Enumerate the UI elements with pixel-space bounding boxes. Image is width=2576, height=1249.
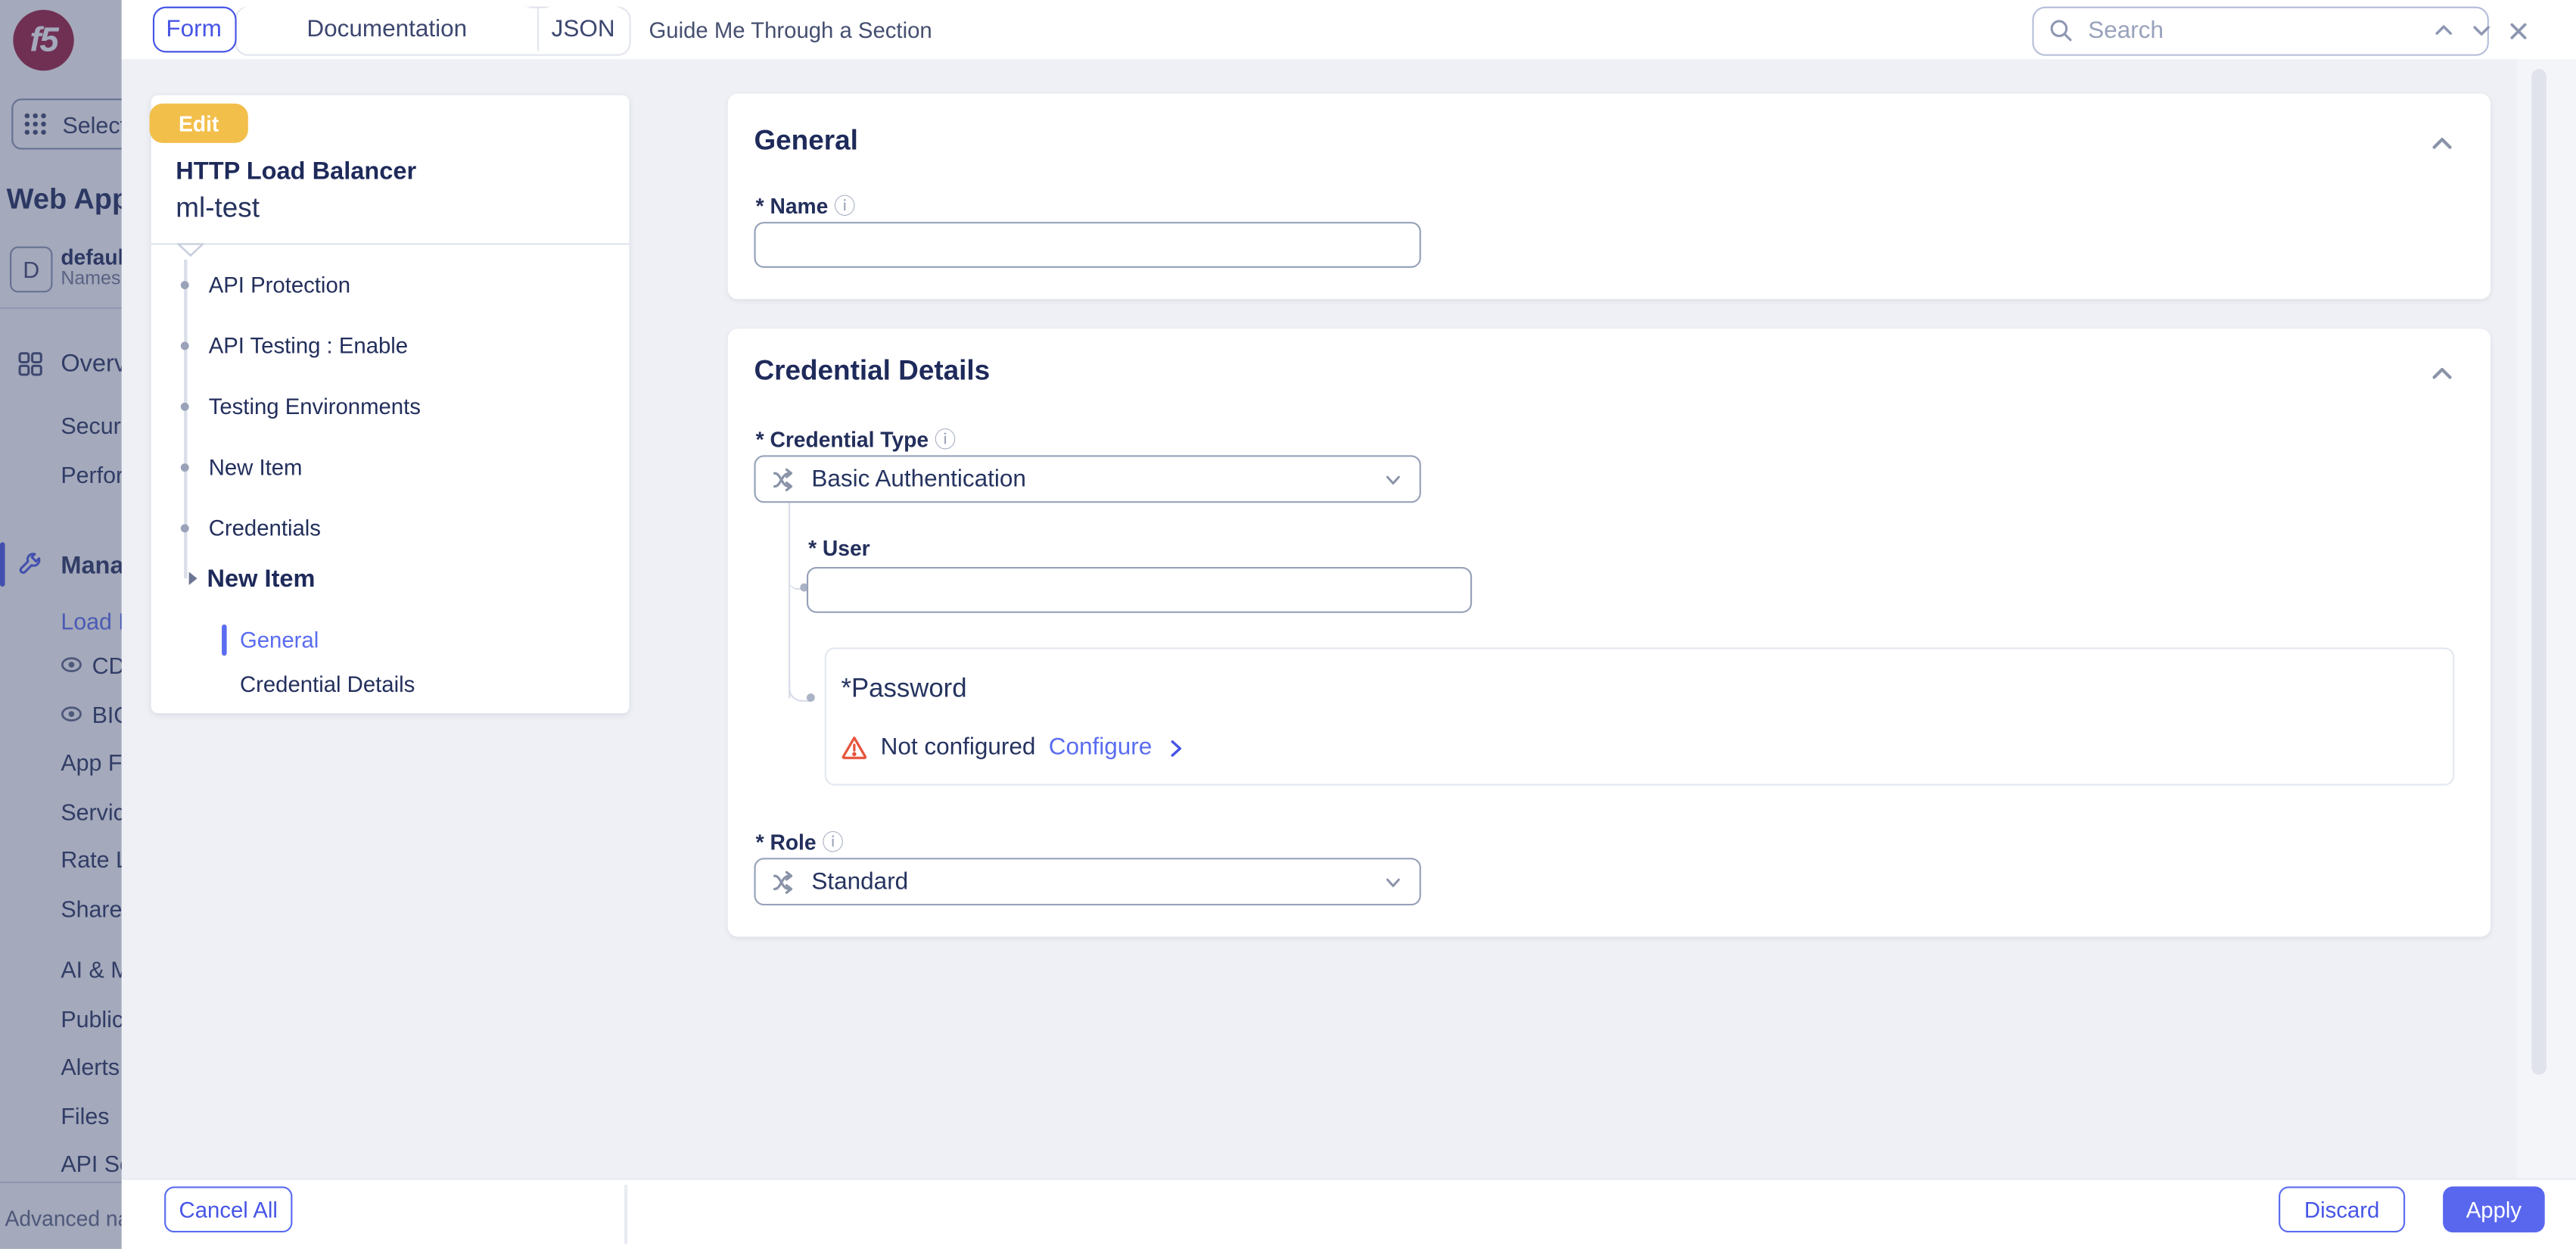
- tree-selected-indicator: [222, 624, 227, 656]
- tree-bullet: [181, 402, 189, 410]
- modal-topbar: Form Documentation JSON Guide Me Through…: [122, 0, 2576, 59]
- role-label: * Role ⓘ: [756, 825, 844, 856]
- modal-footer: Cancel All Discard Apply: [122, 1180, 2576, 1249]
- panel-divider: [151, 243, 630, 245]
- shuffle-icon: [772, 868, 798, 895]
- role-value: Standard: [811, 868, 1370, 895]
- edit-mode-badge: Edit: [150, 104, 248, 143]
- tree-item-api-protection[interactable]: API Protection: [209, 273, 350, 297]
- search-prev-icon[interactable]: [2425, 20, 2462, 41]
- tree-bullet: [181, 523, 189, 531]
- apply-button[interactable]: Apply: [2443, 1186, 2545, 1232]
- password-box: *Password Not configured Configure: [825, 647, 2455, 785]
- chevron-down-icon: [1383, 469, 1403, 489]
- config-tree-panel: Edit HTTP Load Balancer ml-test API Prot…: [151, 95, 630, 713]
- collapse-section-icon[interactable]: [2430, 132, 2456, 158]
- object-type-title: HTTP Load Balancer: [176, 157, 416, 185]
- tree-bullet: [181, 280, 189, 288]
- info-icon[interactable]: ⓘ: [834, 194, 855, 219]
- tab-documentation[interactable]: Documentation: [237, 6, 537, 52]
- tree-item-current-new-item[interactable]: New Item: [207, 565, 316, 593]
- object-name: ml-test: [176, 192, 260, 225]
- app-window: f5 Select Web App D defaul Names: [0, 0, 2576, 1249]
- password-label: *Password: [842, 675, 967, 705]
- tree-item-api-testing[interactable]: API Testing : Enable: [209, 334, 408, 359]
- chevron-down-icon: [1383, 872, 1403, 892]
- search-close-icon[interactable]: [2500, 20, 2545, 40]
- scrollbar-thumb[interactable]: [2531, 69, 2546, 1075]
- warning-icon: [842, 734, 868, 761]
- chevron-right-icon[interactable]: [1165, 737, 1187, 758]
- guide-me-link[interactable]: Guide Me Through a Section: [649, 0, 932, 59]
- discard-button[interactable]: Discard: [2279, 1186, 2405, 1232]
- editor-modal: Form Documentation JSON Guide Me Through…: [122, 0, 2576, 1249]
- credential-details-card-title: Credential Details: [754, 355, 990, 388]
- shuffle-icon: [772, 466, 798, 492]
- connector-dot: [807, 693, 815, 702]
- collapse-caret-icon[interactable]: [177, 243, 204, 258]
- connector-line: [788, 503, 790, 698]
- role-dropdown[interactable]: Standard: [754, 858, 1420, 905]
- search-input[interactable]: [2085, 16, 2399, 45]
- credential-type-label: * Credential Type ⓘ: [756, 422, 957, 453]
- modal-body: Edit HTTP Load Balancer ml-test API Prot…: [122, 59, 2576, 1180]
- credential-type-value: Basic Authentication: [811, 466, 1370, 492]
- tree-item-testing-environments[interactable]: Testing Environments: [209, 394, 421, 419]
- name-input[interactable]: [754, 222, 1420, 268]
- configure-link[interactable]: Configure: [1049, 734, 1152, 761]
- tree-item-new-item[interactable]: New Item: [209, 455, 303, 480]
- info-icon[interactable]: ⓘ: [822, 830, 843, 855]
- tree-item-general[interactable]: General: [240, 628, 319, 653]
- search-box: [2032, 6, 2489, 55]
- credential-type-dropdown[interactable]: Basic Authentication: [754, 455, 1420, 503]
- footer-divider: [624, 1185, 627, 1244]
- password-status: Not configured: [881, 734, 1036, 761]
- general-card-title: General: [754, 125, 857, 157]
- info-icon[interactable]: ⓘ: [935, 427, 956, 452]
- user-input[interactable]: [807, 567, 1472, 613]
- tab-form[interactable]: Form: [152, 6, 236, 52]
- tree-bullet: [181, 341, 189, 349]
- search-next-icon[interactable]: [2462, 20, 2500, 41]
- user-label: * User: [808, 536, 870, 561]
- credential-details-card: Credential Details * Credential Type ⓘ B…: [728, 329, 2490, 936]
- tree-item-credentials[interactable]: Credentials: [209, 516, 321, 541]
- tree-item-credential-details[interactable]: Credential Details: [240, 672, 415, 697]
- collapse-section-icon[interactable]: [2430, 362, 2456, 388]
- tree-current-arrow-icon: [189, 572, 198, 584]
- name-label: * Name ⓘ: [756, 189, 856, 220]
- search-icon: [2049, 18, 2074, 43]
- tree-bullet: [181, 463, 189, 471]
- tab-json[interactable]: JSON: [539, 6, 627, 52]
- modal-backdrop[interactable]: [0, 0, 122, 1249]
- cancel-all-button[interactable]: Cancel All: [164, 1186, 292, 1232]
- general-card: General * Name ⓘ: [728, 94, 2490, 299]
